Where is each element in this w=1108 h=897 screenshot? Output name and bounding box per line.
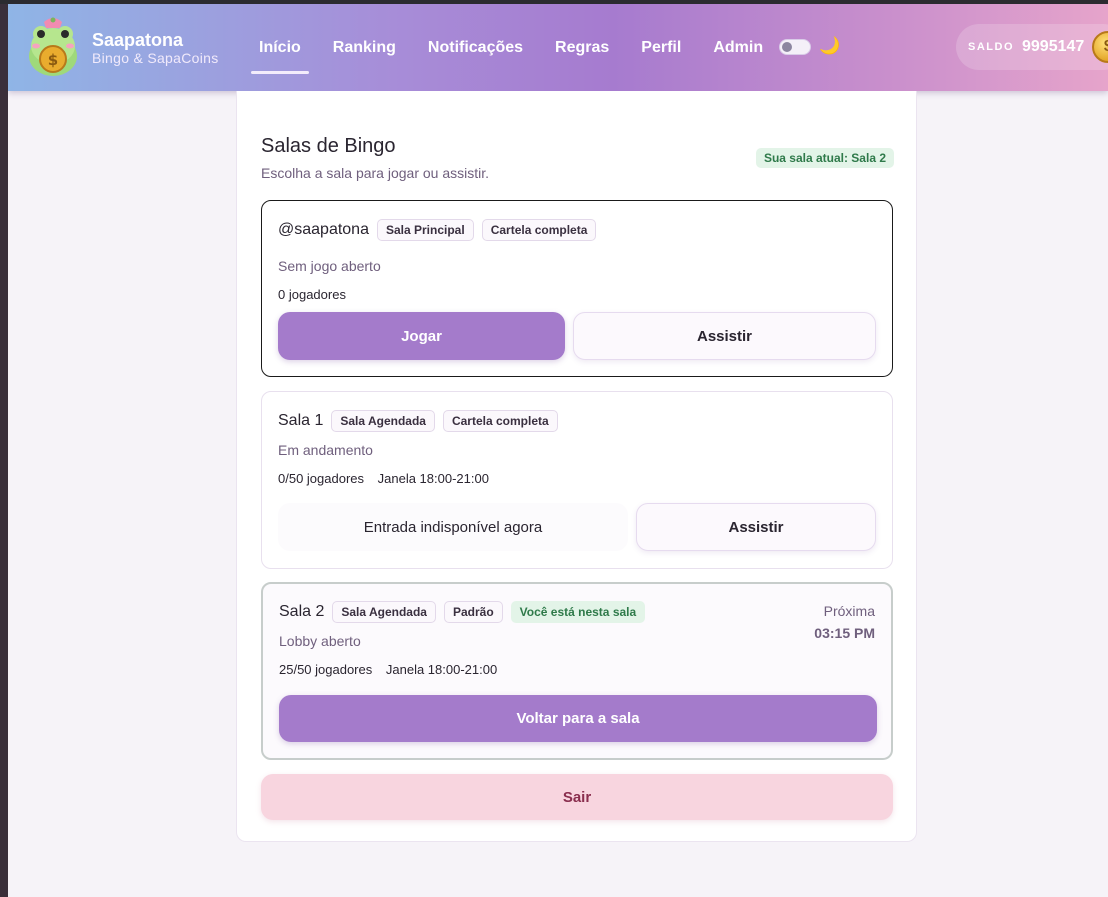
- room-mode-chip: Cartela completa: [481, 219, 597, 241]
- current-room-badge: Sua sala atual: Sala 2: [755, 148, 894, 168]
- you-are-here-chip: Você está nesta sala: [510, 601, 646, 623]
- rooms-card: Salas de Bingo Escolha a sala para jogar…: [236, 91, 917, 842]
- room-meta: 25/50 jogadores Janela 18:00-21:00: [279, 662, 507, 677]
- brand-subtitle: Bingo & SapaCoins: [92, 50, 219, 66]
- room-window: Janela 18:00-21:00: [377, 471, 489, 486]
- nav-perfil[interactable]: Perfil: [633, 4, 689, 91]
- brand-title: Saapatona: [92, 30, 184, 50]
- room-type-chip: Sala Agendada: [331, 410, 435, 432]
- top-navbar: $ Saapatona Bingo & SapaCoins Início Ran…: [8, 4, 1108, 91]
- room-type-chip: Sala Principal: [376, 219, 474, 241]
- room-meta: 0/50 jogadores Janela 18:00-21:00: [278, 471, 499, 486]
- room-card-saapatona: @saapatona Sala Principal Cartela comple…: [261, 200, 893, 377]
- play-button[interactable]: Jogar: [278, 312, 565, 360]
- room-card-sala-1: Sala 1 Sala Agendada Cartela completa Em…: [261, 391, 893, 569]
- balance-value: 9995147: [1022, 38, 1085, 55]
- entry-unavailable-label: Entrada indisponível agora: [278, 503, 628, 551]
- nav-admin[interactable]: Admin: [705, 4, 771, 91]
- room-name: Sala 2: [279, 603, 325, 620]
- room-type-chip: Sala Agendada: [332, 601, 436, 623]
- room-name: Sala 1: [278, 412, 324, 429]
- next-label: Próxima: [823, 603, 875, 619]
- nav-ranking[interactable]: Ranking: [325, 4, 404, 91]
- watch-button[interactable]: Assistir: [636, 503, 876, 551]
- room-status: Lobby aberto: [279, 633, 361, 649]
- room-status: Sem jogo aberto: [278, 258, 381, 274]
- moon-icon: 🌙: [819, 36, 841, 55]
- nav-regras[interactable]: Regras: [547, 4, 617, 91]
- section-title: Salas de Bingo: [261, 135, 396, 157]
- next-game: Próxima 03:15 PM: [814, 603, 875, 641]
- balance-pill: SALDO 9995147 $: [956, 24, 1108, 70]
- room-status: Em andamento: [278, 442, 373, 458]
- return-to-room-button[interactable]: Voltar para a sala: [279, 695, 877, 742]
- room-mode-chip: Cartela completa: [442, 410, 558, 432]
- theme-toggle[interactable]: [779, 39, 811, 55]
- logout-button[interactable]: Sair: [261, 774, 893, 820]
- balance-label: SALDO: [968, 41, 1014, 53]
- room-card-sala-2: Sala 2 Sala Agendada Padrão Você está ne…: [261, 582, 893, 760]
- section-subtitle: Escolha a sala para jogar ou assistir.: [261, 165, 490, 181]
- watch-button[interactable]: Assistir: [573, 312, 876, 360]
- nav-inicio[interactable]: Início: [251, 4, 309, 91]
- room-name: @saapatona: [278, 221, 369, 238]
- room-meta: 0 jogadores: [278, 287, 356, 302]
- room-mode-chip: Padrão: [443, 601, 503, 623]
- room-window: Janela 18:00-21:00: [385, 662, 498, 677]
- main-nav: Início Ranking Notificações Regras Perfi…: [251, 4, 787, 91]
- app-viewport: $ Saapatona Bingo & SapaCoins Início Ran…: [8, 4, 1108, 897]
- room-players: 0 jogadores: [278, 287, 346, 302]
- nav-notificacoes[interactable]: Notificações: [420, 4, 531, 91]
- svg-text:$: $: [48, 51, 58, 69]
- room-players: 25/50 jogadores: [279, 662, 373, 677]
- window-edge: [0, 4, 8, 897]
- room-players: 0/50 jogadores: [278, 471, 365, 486]
- frog-mascot-logo[interactable]: $: [26, 16, 80, 78]
- next-time: 03:15 PM: [814, 625, 875, 641]
- coin-icon: $: [1092, 31, 1108, 63]
